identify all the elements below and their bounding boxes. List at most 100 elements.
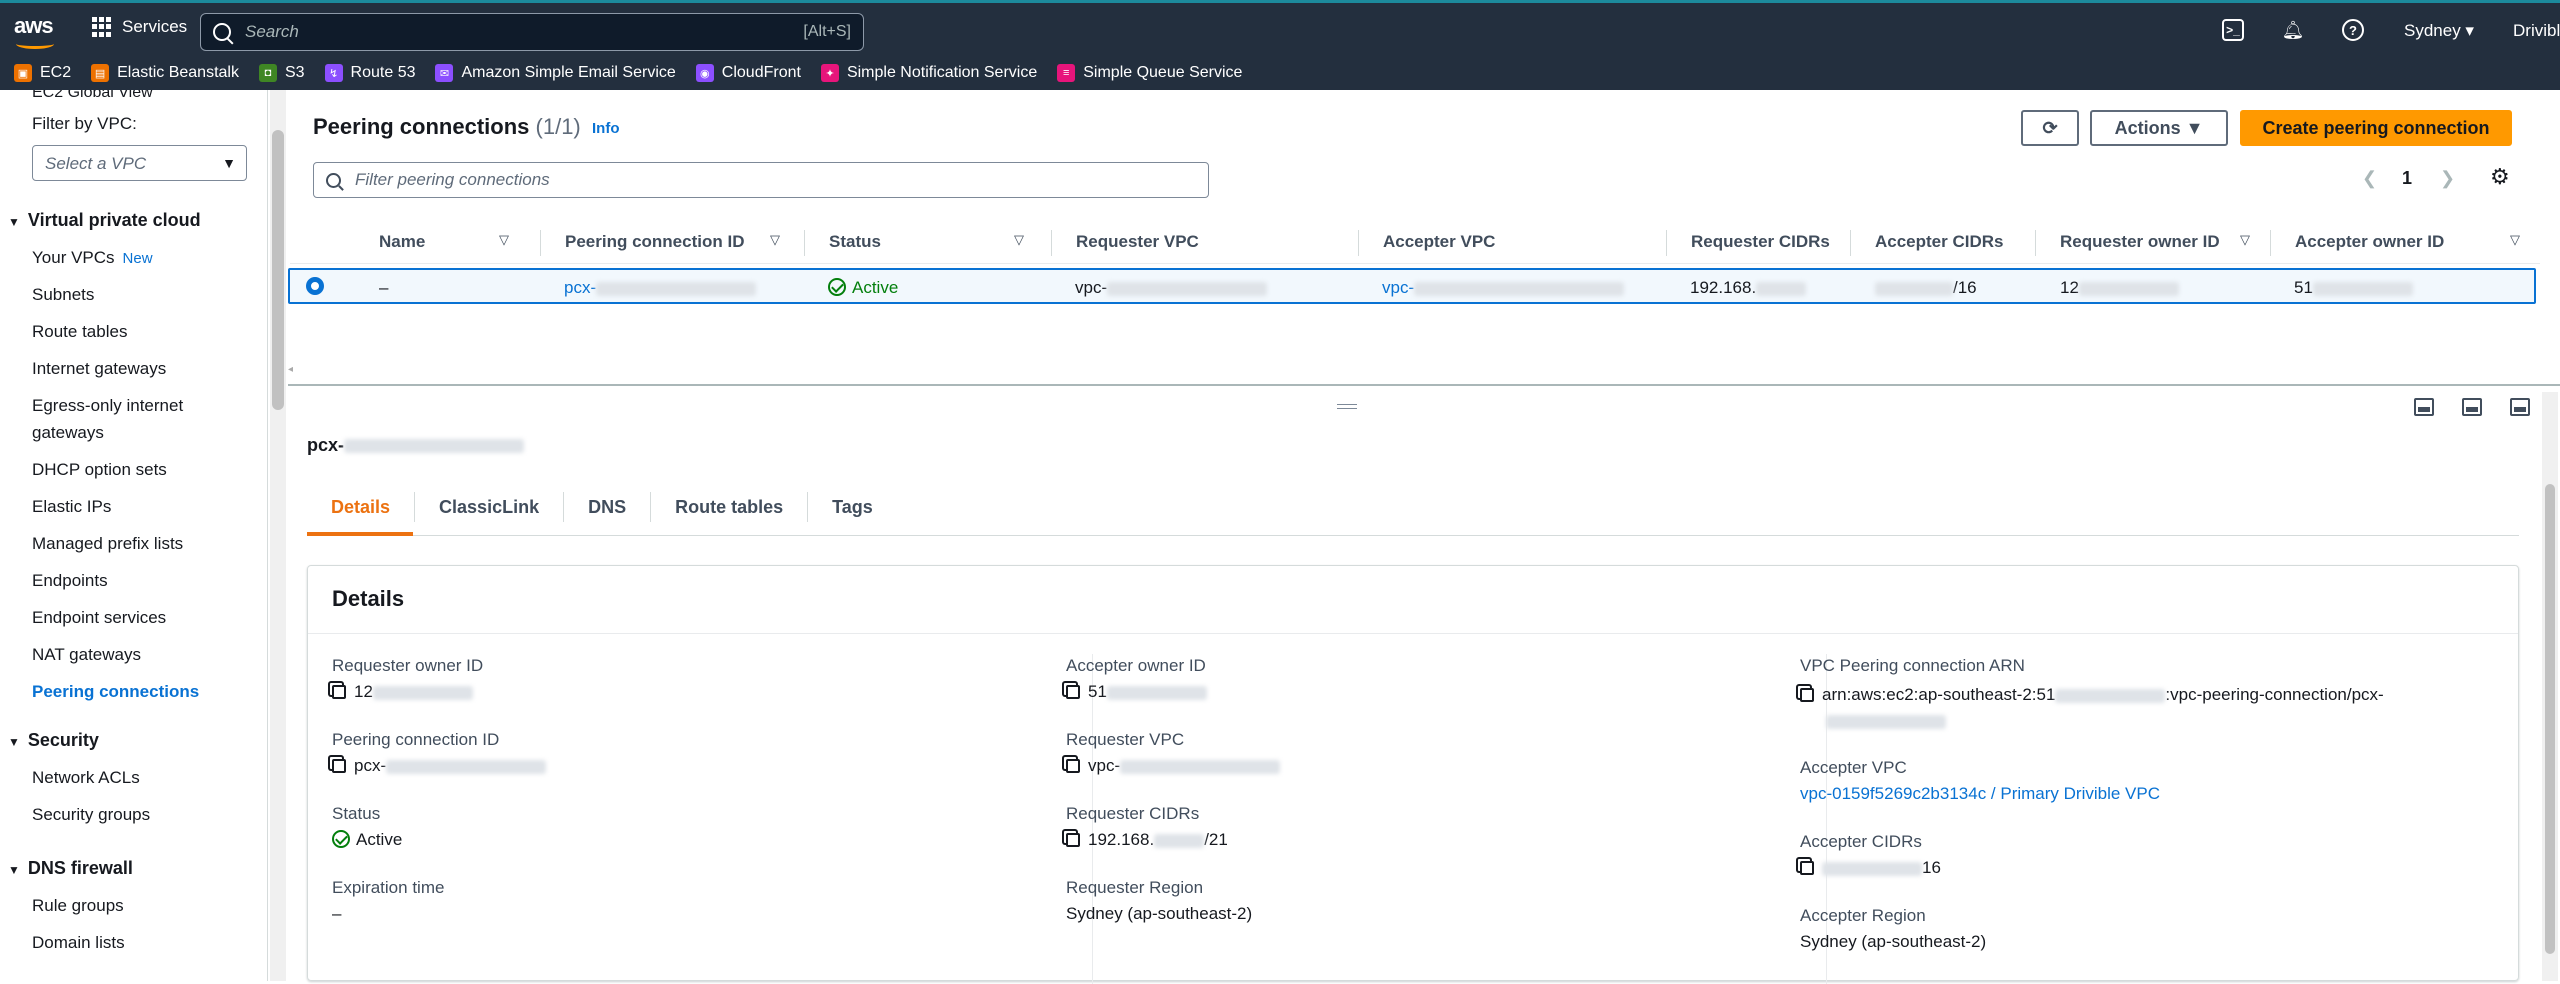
column-header-status[interactable]: Status ▽ [829,232,1024,252]
favorite-label: Route 53 [350,64,416,81]
favorite-ec2[interactable]: ▣ EC2 [14,64,71,82]
column-header-requester-vpc[interactable]: Requester VPC [1076,232,1199,252]
cloudshell-icon[interactable]: >_ [2222,19,2244,41]
column-header-accepter-owner-id[interactable]: Accepter owner ID ▽ [2295,232,2520,252]
sidebar-item-internet-gateways[interactable]: Internet gateways [32,359,166,379]
sidebar-item-peering-connections[interactable]: Peering connections [32,682,199,702]
sidebar-item-endpoint-services[interactable]: Endpoint services [32,608,166,628]
next-page-icon[interactable]: ❯ [2440,168,2455,189]
success-check-icon [332,830,350,848]
favorite-label: Amazon Simple Email Service [461,64,676,81]
help-icon[interactable]: ? [2342,19,2364,41]
value-suffix: 16 [1922,858,1941,877]
sidebar-item-security-groups[interactable]: Security groups [32,805,150,825]
sidebar-item-your-vpcs[interactable]: Your VPCs New [32,248,153,268]
sidebar-item-route-tables[interactable]: Route tables [32,322,127,342]
search-input[interactable]: Search [Alt+S] [200,13,864,51]
sidebar-item-dhcp-option-sets[interactable]: DHCP option sets [32,460,167,480]
sidebar-scrollbar-thumb[interactable] [272,130,284,410]
tab-tags[interactable]: Tags [808,492,897,522]
copy-icon[interactable] [332,685,346,699]
tab-details[interactable]: Details [307,492,416,522]
section-security[interactable]: Security [8,730,99,751]
create-peering-connection-button[interactable]: Create peering connection [2240,110,2512,146]
favorite-elastic-beanstalk[interactable]: ▤ Elastic Beanstalk [91,64,239,82]
row-select-radio[interactable] [306,277,324,295]
accepter-owner-id-label: Accepter owner ID [1066,656,1206,675]
copy-icon[interactable] [1066,685,1080,699]
top-navigation-bar: aws Services Search [Alt+S] >_ 🔔︎ ? Sydn… [0,0,2560,56]
sidebar-item-network-acls[interactable]: Network ACLs [32,768,140,788]
panel-side-icon[interactable] [2462,398,2482,416]
favorite-sns[interactable]: ✦ Simple Notification Service [820,64,1037,82]
column-header-requester-cidrs[interactable]: Requester CIDRs [1691,232,1830,252]
vpc-filter-select[interactable]: Select a VPC [32,145,247,181]
favorite-ses[interactable]: ✉ Amazon Simple Email Service [435,64,676,82]
column-header-name[interactable]: Name ▽ [379,232,509,252]
favorite-sqs[interactable]: ≡ Simple Queue Service [1057,64,1242,82]
actions-dropdown-button[interactable]: Actions ▼ [2090,110,2228,146]
sidebar-item-elastic-ips[interactable]: Elastic IPs [32,497,111,517]
ec2-global-view-link[interactable]: EC2 Global View [32,90,153,102]
detail-title-prefix: pcx- [307,435,345,455]
sidebar-item-egress-only-internet-gateways[interactable]: Egress-only internet gateways [32,396,183,450]
column-label: Name [379,232,426,251]
region-selector[interactable]: Sydney ▾ [2404,21,2474,41]
column-header-peering-connection-id[interactable]: Peering connection ID ▽ [565,232,780,252]
account-menu[interactable]: Drivibl [2513,21,2560,41]
sidebar-item-domain-lists[interactable]: Domain lists [32,933,125,953]
cell-peering-connection-id[interactable]: pcx- [564,278,757,298]
sort-caret-icon[interactable]: ▽ [1014,232,1024,248]
accepter-region-value: Sydney (ap-southeast-2) [1800,932,1987,951]
resize-handle-icon[interactable] [1337,404,1357,409]
tab-classiclink[interactable]: ClassicLink [415,492,565,522]
column-header-accepter-cidrs[interactable]: Accepter CIDRs [1875,232,2004,252]
column-header-accepter-vpc[interactable]: Accepter VPC [1383,232,1495,252]
status-text: Active [852,278,899,297]
services-menu-button[interactable]: Services [92,17,187,37]
preferences-gear-icon[interactable]: ⚙ [2490,164,2510,190]
refresh-button[interactable]: ⟳ [2021,110,2079,146]
table-row[interactable]: – pcx- Active vpc- vpc- 192.168. /16 12 … [288,268,2536,304]
section-dns-firewall[interactable]: DNS firewall [8,858,133,879]
tab-dns[interactable]: DNS [564,492,652,522]
detail-scrollbar-thumb[interactable] [2545,484,2555,954]
value-suffix: /21 [1204,830,1228,849]
previous-page-icon[interactable]: ❮ [2362,168,2377,189]
sidebar-item-managed-prefix-lists[interactable]: Managed prefix lists [32,534,183,554]
sort-caret-icon[interactable]: ▽ [2510,232,2520,248]
sort-caret-icon[interactable]: ▽ [770,232,780,248]
current-page-number[interactable]: 1 [2402,168,2412,189]
table-horizontal-scrollbar[interactable]: ◂ [288,364,2540,376]
copy-icon[interactable] [1800,688,1814,702]
details-heading: Details [332,586,405,611]
favorite-cloudfront[interactable]: ◉ CloudFront [695,64,801,82]
filter-peering-connections-input[interactable]: Filter peering connections [313,162,1209,198]
sidebar-item-subnets[interactable]: Subnets [32,285,94,305]
vpc-peering-arn-label: VPC Peering connection ARN [1800,656,2025,675]
table-header: Name ▽ Peering connection ID ▽ Status ▽ Req… [290,220,2540,264]
section-virtual-private-cloud[interactable]: Virtual private cloud [8,210,201,231]
panel-bottom-icon[interactable] [2414,398,2434,416]
tab-route-tables[interactable]: Route tables [651,492,809,522]
split-panel-divider[interactable] [288,384,2560,386]
sort-caret-icon[interactable]: ▽ [2240,232,2250,248]
cell-accepter-vpc[interactable]: vpc- [1382,278,1625,298]
copy-icon[interactable] [1066,833,1080,847]
sidebar-item-nat-gateways[interactable]: NAT gateways [32,645,141,665]
panel-full-icon[interactable] [2510,398,2530,416]
copy-icon[interactable] [1066,759,1080,773]
favorite-route-53[interactable]: ↯ Route 53 [324,64,416,82]
info-link[interactable]: Info [592,120,620,137]
sort-caret-icon[interactable]: ▽ [499,232,509,248]
detail-tabs: Details ClassicLink DNS Route tables Tag… [307,478,897,536]
favorite-s3[interactable]: ◘ S3 [258,64,305,82]
aws-logo[interactable]: aws [14,13,58,49]
copy-icon[interactable] [1800,861,1814,875]
notifications-bell-icon[interactable]: 🔔︎ [2282,19,2305,41]
sidebar-item-endpoints[interactable]: Endpoints [32,571,108,591]
copy-icon[interactable] [332,759,346,773]
accepter-vpc-link[interactable]: vpc-0159f5269c2b3134c / Primary Drivible… [1800,784,2160,804]
column-header-requester-owner-id[interactable]: Requester owner ID ▽ [2060,232,2250,252]
sidebar-item-rule-groups[interactable]: Rule groups [32,896,124,916]
